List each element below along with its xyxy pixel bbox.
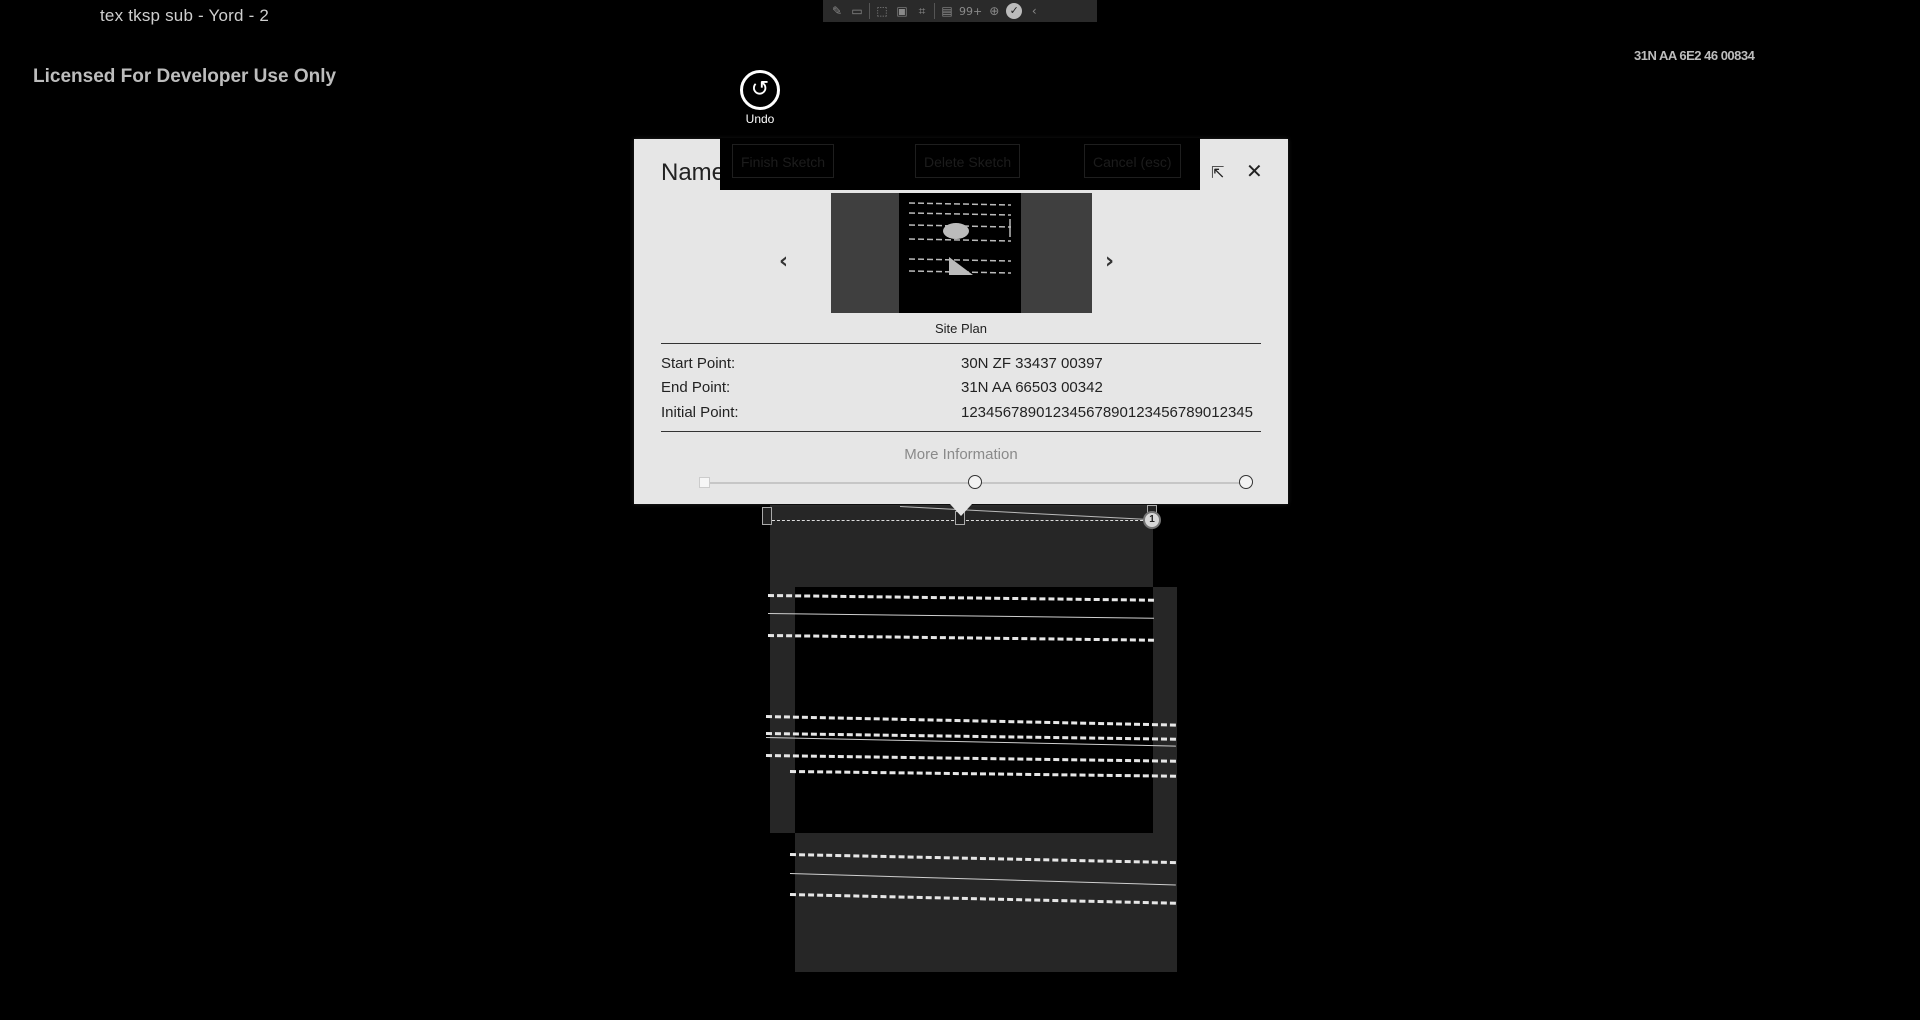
- cursor-icon[interactable]: ⬚: [874, 3, 890, 19]
- sketch-info-dialog: Name ⇱ ✕ ‹ › Site Plan Start Point: 30N: [634, 139, 1288, 504]
- thumbnail-map: [899, 193, 1021, 313]
- layers-icon[interactable]: ▤: [939, 3, 955, 19]
- finish-sketch-button[interactable]: Finish Sketch: [732, 144, 835, 178]
- zoom-icon[interactable]: ⊕: [986, 3, 1002, 19]
- divider: [661, 431, 1261, 432]
- slider-end-knob[interactable]: [1239, 475, 1253, 489]
- crop-icon[interactable]: ⌗: [914, 3, 930, 19]
- coordinate-readout: 31N AA 6E2 46 00834: [1634, 48, 1755, 63]
- undo-label: Undo: [745, 112, 775, 126]
- slider-thumb[interactable]: [968, 475, 982, 489]
- vertex-handle-start[interactable]: [762, 507, 772, 525]
- end-point-value: 31N AA 66503 00342: [961, 379, 1103, 396]
- check-icon[interactable]: ✓: [1006, 3, 1023, 19]
- slider-start-handle[interactable]: [699, 477, 710, 488]
- sketch-action-bar: Finish Sketch Delete Sketch Cancel (esc): [720, 138, 1200, 190]
- collapse-icon[interactable]: ‹: [1026, 3, 1042, 19]
- dialog-title: Name: [661, 159, 726, 186]
- dialog-pointer: [950, 504, 972, 516]
- undock-icon[interactable]: ⇱: [1211, 163, 1224, 182]
- initial-point-label: Initial Point:: [661, 404, 739, 421]
- window-title: tex tksp sub - Yord - 2: [100, 6, 270, 25]
- map-panel-overlap: [795, 587, 1153, 833]
- close-icon[interactable]: ✕: [1246, 159, 1263, 183]
- carousel-thumbnail[interactable]: [831, 193, 1092, 313]
- video-icon[interactable]: ▭: [849, 3, 865, 19]
- undo-icon: ↺: [740, 70, 780, 110]
- edit-icon[interactable]: ✎: [829, 3, 845, 19]
- more-information-link[interactable]: More Information: [634, 446, 1288, 463]
- endpoint-marker[interactable]: 1: [1143, 511, 1161, 529]
- start-point-value: 30N ZF 33437 00397: [961, 355, 1103, 372]
- notification-count: 99+: [959, 4, 983, 18]
- toolbar-divider: [869, 3, 870, 19]
- license-banner: Licensed For Developer Use Only: [33, 66, 337, 87]
- chevron-right-icon[interactable]: ›: [1105, 249, 1114, 274]
- carousel-caption: Site Plan: [934, 321, 988, 336]
- end-point-label: End Point:: [661, 379, 731, 396]
- toolbar-divider: [934, 3, 935, 19]
- chevron-left-icon[interactable]: ‹: [779, 249, 788, 274]
- start-point-label: Start Point:: [661, 355, 736, 372]
- divider: [661, 343, 1261, 344]
- initial-point-value: 12345678901234567890123456789012345: [961, 404, 1253, 421]
- top-toolbar: ✎ ▭ ⬚ ▣ ⌗ ▤ 99+ ⊕ ✓ ‹: [823, 0, 1097, 22]
- cancel-sketch-button[interactable]: Cancel (esc): [1084, 144, 1181, 178]
- frame-icon[interactable]: ▣: [894, 3, 910, 19]
- undo-button[interactable]: ↺ Undo: [738, 70, 782, 126]
- delete-sketch-button[interactable]: Delete Sketch: [915, 144, 1021, 178]
